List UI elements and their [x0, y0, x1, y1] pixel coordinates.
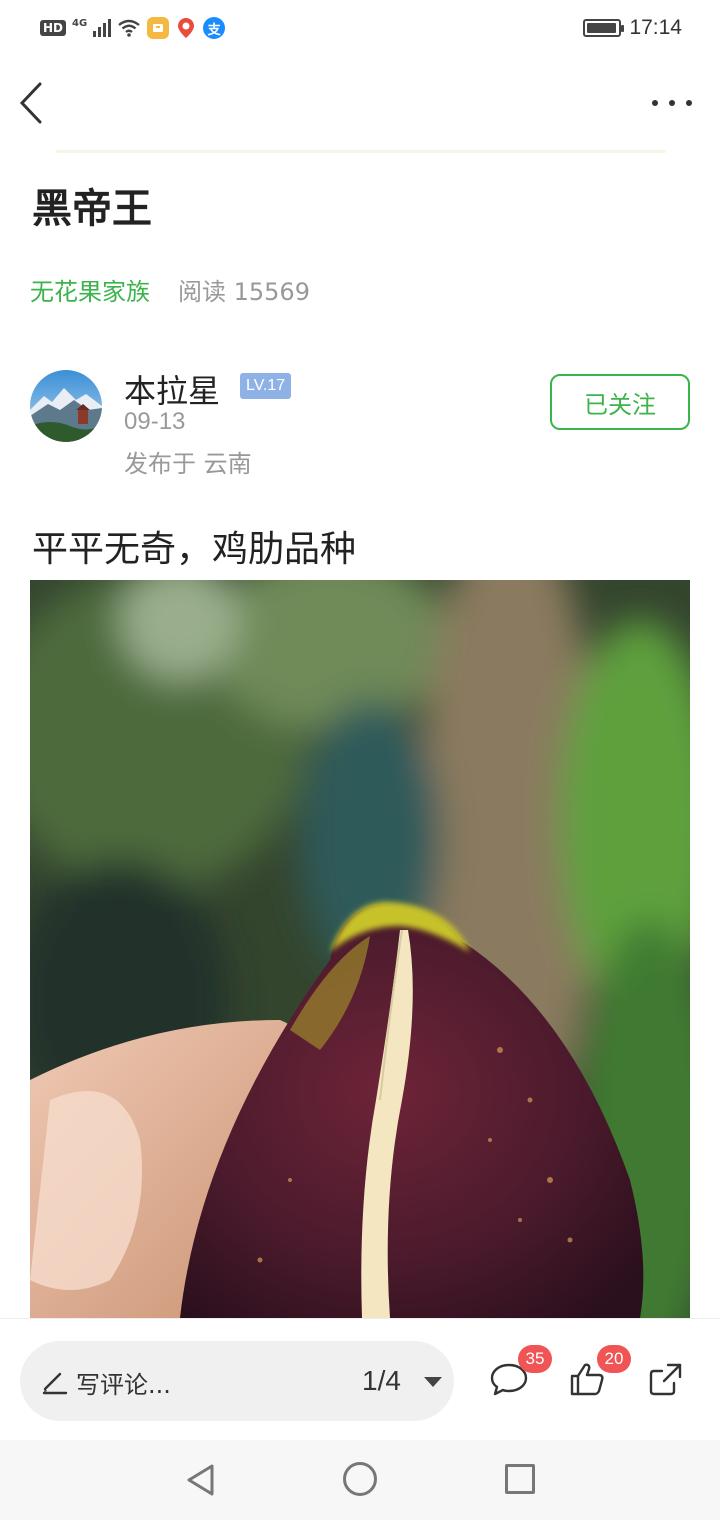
author-name[interactable]: 本拉星	[124, 366, 220, 412]
post-image[interactable]	[30, 580, 690, 1318]
wifi-icon	[118, 19, 140, 37]
bottom-toolbar: 写评论... 1/4 35 20	[0, 1318, 720, 1440]
post-date: 09-13	[124, 408, 186, 435]
post-meta: 无花果家族 阅读 15569	[30, 272, 310, 307]
comment-input[interactable]: 写评论... 1/4	[20, 1341, 454, 1421]
post-title: 黑帝王	[32, 186, 152, 232]
system-recents-icon[interactable]	[505, 1464, 535, 1494]
network-type: 4G	[72, 17, 88, 29]
group-link[interactable]: 无花果家族	[30, 272, 150, 307]
alipay-icon: 支	[203, 17, 226, 39]
follow-button[interactable]: 已关注	[550, 374, 690, 430]
status-bar: HD 4G 支 17:14	[0, 0, 720, 56]
back-chevron-icon[interactable]	[16, 80, 56, 126]
read-count: 阅读 15569	[178, 278, 310, 306]
notification-app-icon	[147, 17, 170, 39]
system-back-icon[interactable]	[184, 1462, 218, 1498]
image-pager[interactable]: 1/4	[362, 1365, 401, 1397]
location-app-icon	[175, 17, 197, 39]
system-home-icon[interactable]	[343, 1462, 377, 1496]
system-navigation-bar	[0, 1440, 720, 1520]
post-location: 发布于 云南	[124, 450, 252, 478]
hd-icon: HD	[40, 20, 67, 36]
chevron-down-icon[interactable]	[424, 1377, 442, 1387]
comment-placeholder: 写评论...	[76, 1371, 171, 1399]
avatar[interactable]	[30, 370, 102, 442]
post-text: 平平无奇，鸡肋品种	[32, 529, 357, 570]
share-icon[interactable]	[646, 1359, 686, 1399]
battery-icon	[583, 19, 625, 37]
level-badge: LV.17	[240, 373, 292, 399]
comment-count-badge: 35	[518, 1345, 552, 1373]
pen-icon	[42, 1372, 68, 1395]
clock: 17:14	[629, 16, 682, 39]
more-dots-icon[interactable]	[652, 88, 692, 118]
signal-icon	[93, 19, 112, 37]
like-count-badge: 20	[597, 1345, 631, 1373]
header-divider	[56, 150, 666, 153]
